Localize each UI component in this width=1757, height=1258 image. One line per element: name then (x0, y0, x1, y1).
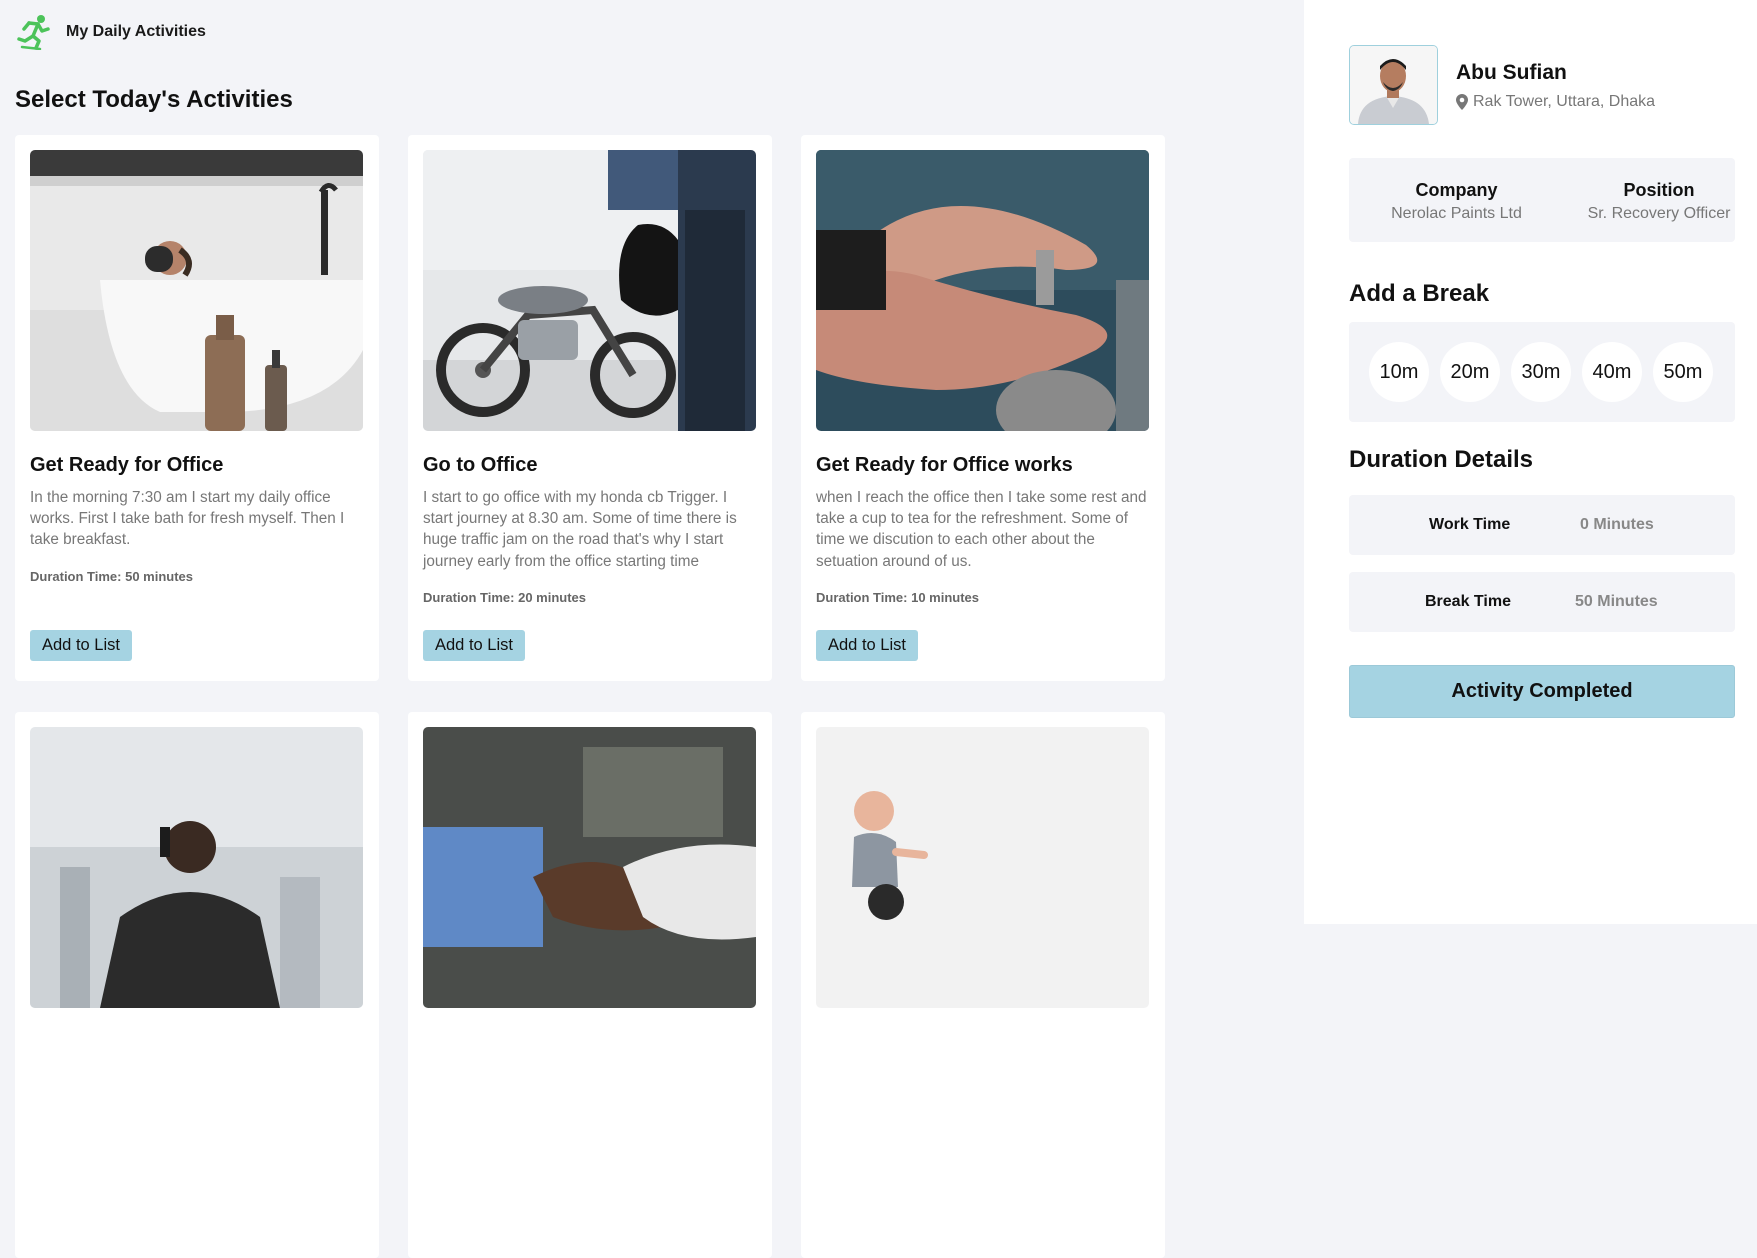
activity-title: Get Ready for Office works (816, 454, 1073, 476)
activity-card: Get Ready for Office In the morning 7:30… (15, 135, 379, 681)
position-column: Position Sr. Recovery Officer (1509, 180, 1757, 223)
work-time-value: 0 Minutes (1580, 516, 1654, 533)
activity-title: Get Ready for Office (30, 454, 224, 476)
break-option-20m[interactable]: 20m (1440, 342, 1500, 402)
activity-image-motorbike (423, 150, 756, 431)
break-time-row: Break Time 50 Minutes (1349, 572, 1735, 632)
activity-description: when I reach the office then I take some… (816, 489, 1147, 570)
activity-completed-button[interactable]: Activity Completed (1349, 665, 1735, 718)
activity-image-child (816, 727, 1149, 1008)
activity-duration: Duration Time: 10 minutes (816, 590, 980, 605)
add-to-list-button[interactable]: Add to List (30, 630, 132, 661)
activity-duration: Duration Time: 20 minutes (423, 590, 587, 605)
break-time-label: Break Time (1425, 593, 1511, 610)
activity-title: Go to Office (423, 454, 538, 476)
activity-description: I start to go office with my honda cb Tr… (423, 489, 737, 570)
app-title: My Daily Activities (66, 23, 206, 40)
add-to-list-button[interactable]: Add to List (423, 630, 525, 661)
user-name: Abu Sufian (1456, 61, 1567, 84)
break-option-30m[interactable]: 30m (1511, 342, 1571, 402)
main-content: My Daily Activities Select Today's Activ… (0, 0, 1304, 1258)
activity-card: Go to Office I start to go office with m… (408, 135, 772, 681)
runner-icon (17, 15, 50, 50)
company-info: Company Nerolac Paints Ltd Position Sr. … (1349, 158, 1735, 242)
activity-card (801, 712, 1165, 1258)
profile-sidebar: Abu Sufian Rak Tower, Uttara, Dhaka Comp… (1304, 0, 1757, 924)
location-pin-icon (1456, 94, 1468, 110)
break-time-value: 50 Minutes (1575, 593, 1658, 610)
activity-card: Get Ready for Office works when I reach … (801, 135, 1165, 681)
activity-image-handwash (816, 150, 1149, 431)
activity-duration: Duration Time: 50 minutes (30, 569, 194, 584)
duration-details-heading: Duration Details (1349, 446, 1534, 473)
activity-image-phone-call (30, 727, 363, 1008)
add-to-list-button[interactable]: Add to List (816, 630, 918, 661)
add-break-heading: Add a Break (1349, 280, 1490, 307)
activity-image-handshake (423, 727, 756, 1008)
activity-card (408, 712, 772, 1258)
position-label: Position (1623, 180, 1695, 200)
break-options: 10m 20m 30m 40m 50m (1349, 322, 1735, 422)
work-time-label: Work Time (1429, 516, 1511, 533)
user-location-text: Rak Tower, Uttara, Dhaka (1473, 93, 1656, 110)
user-location: Rak Tower, Uttara, Dhaka (1456, 93, 1655, 111)
brand[interactable]: My Daily Activities (16, 14, 206, 50)
break-option-10m[interactable]: 10m (1369, 342, 1429, 402)
activity-description: In the morning 7:30 am I start my daily … (30, 489, 345, 549)
page-title: Select Today's Activities (15, 86, 293, 113)
activity-card (15, 712, 379, 1258)
break-option-40m[interactable]: 40m (1582, 342, 1642, 402)
position-value: Sr. Recovery Officer (1587, 205, 1731, 222)
work-time-row: Work Time 0 Minutes (1349, 495, 1735, 555)
activity-image-bath (30, 150, 363, 431)
avatar (1349, 45, 1438, 125)
break-option-50m[interactable]: 50m (1653, 342, 1713, 402)
